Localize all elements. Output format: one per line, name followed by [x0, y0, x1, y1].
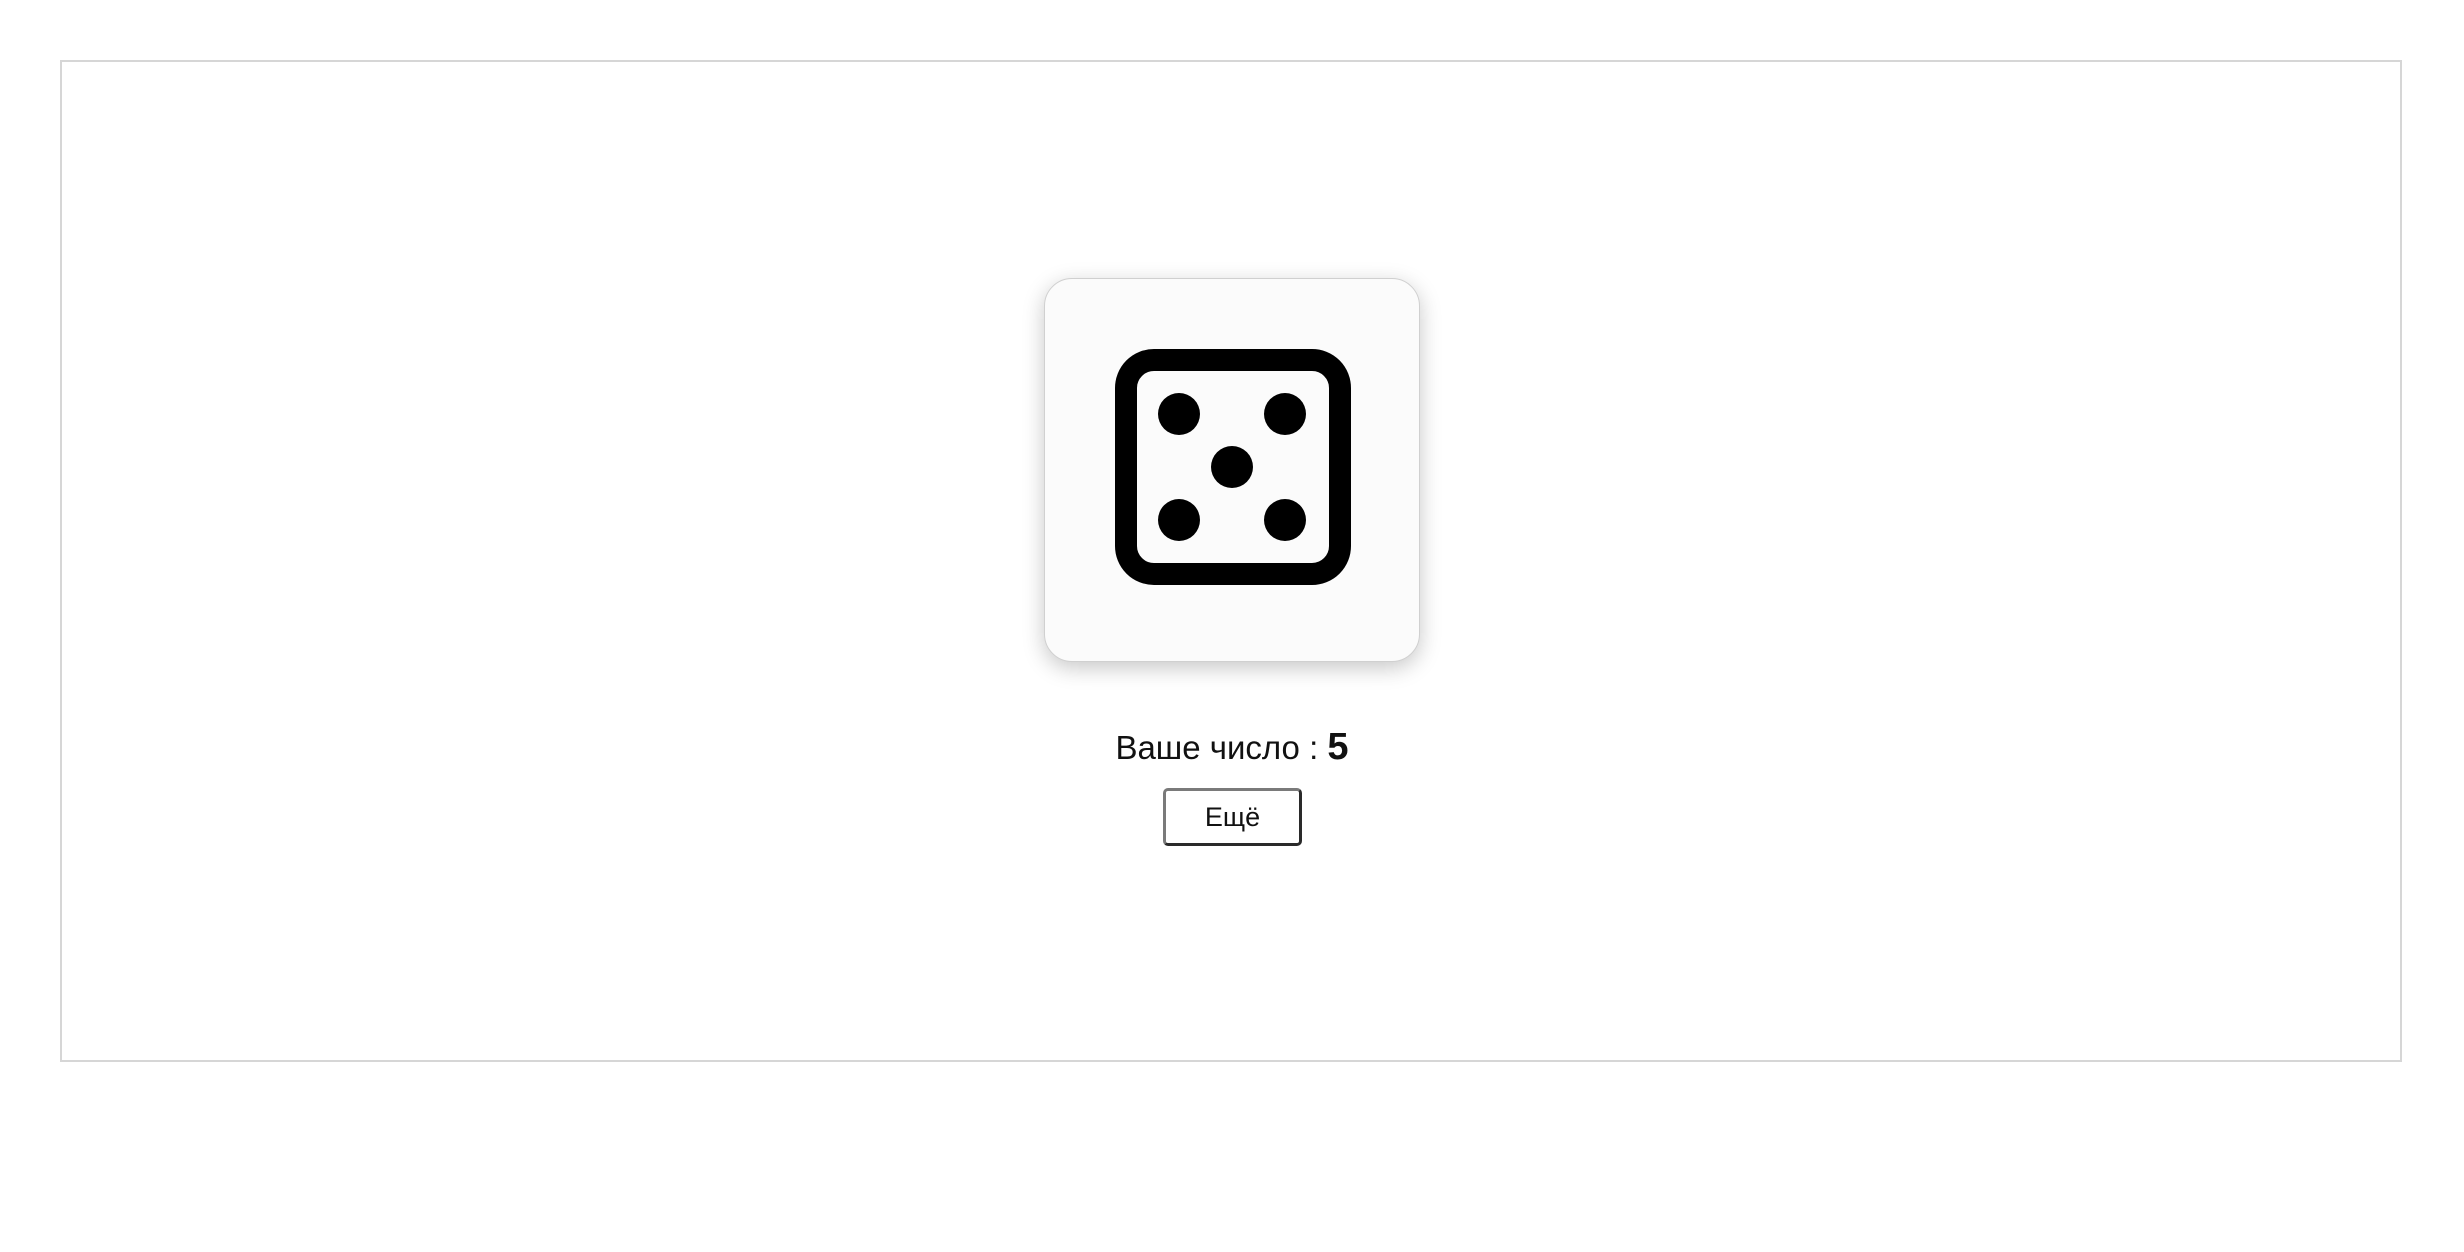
die-pip-top-left [1158, 393, 1200, 435]
die-pip-center [1211, 446, 1253, 488]
die-pip-bottom-left [1158, 499, 1200, 541]
dice-five-icon [1115, 349, 1351, 585]
result-label: Ваше число : [1115, 729, 1319, 766]
roll-again-button[interactable]: Ещё [1163, 788, 1302, 846]
result-value: 5 [1327, 726, 1349, 768]
die-card [1044, 278, 1420, 662]
die-pip-top-right [1264, 393, 1306, 435]
result-text: Ваше число : 5 [0, 724, 2464, 771]
die-pip-bottom-right [1264, 499, 1306, 541]
